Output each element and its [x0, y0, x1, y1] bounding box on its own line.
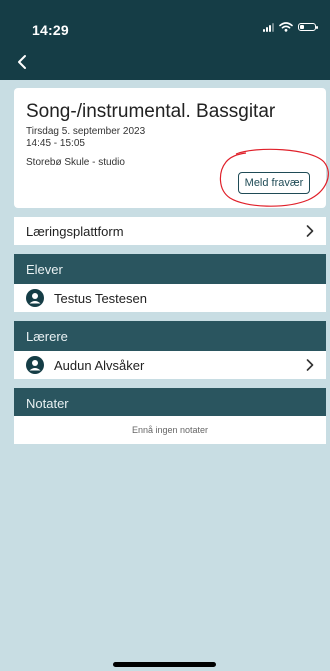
lesson-card: Song-/instrumental. Bassgitar Tirsdag 5.…: [14, 88, 326, 208]
wifi-icon: [279, 22, 293, 32]
notes-header: Notater: [14, 388, 326, 418]
status-time: 14:29: [32, 22, 69, 38]
notes-empty-text: Ennå ingen notater: [14, 416, 326, 444]
chevron-left-icon: [18, 55, 26, 69]
learning-platform-label: Læringsplattform: [26, 223, 124, 239]
top-bar: 14:29: [0, 0, 330, 80]
teachers-header: Lærere: [14, 321, 326, 351]
report-absence-button[interactable]: Meld fravær: [238, 172, 310, 194]
signal-icon: [263, 22, 274, 32]
battery-icon: [298, 23, 318, 31]
students-header-label: Elever: [26, 261, 63, 277]
back-button[interactable]: [14, 54, 30, 70]
chevron-right-icon: [306, 359, 314, 371]
teachers-header-label: Lærere: [26, 328, 68, 344]
lesson-title: Song-/instrumental. Bassgitar: [26, 101, 276, 122]
teacher-name: Audun Alvsåker: [54, 357, 145, 373]
lesson-place: Storebø Skule - studio: [26, 157, 125, 168]
status-icons: [263, 22, 318, 32]
notes-header-label: Notater: [26, 395, 69, 411]
student-name: Testus Testesen: [54, 290, 147, 306]
learning-platform-row[interactable]: Læringsplattform: [14, 217, 326, 245]
lesson-date: Tirsdag 5. september 2023: [26, 126, 146, 137]
lesson-time: 14:45 - 15:05: [26, 138, 85, 149]
teacher-row[interactable]: Audun Alvsåker: [14, 351, 326, 379]
person-circle-icon: [26, 356, 44, 374]
person-circle-icon: [26, 289, 44, 307]
home-indicator[interactable]: [113, 662, 216, 667]
students-header: Elever: [14, 254, 326, 284]
chevron-right-icon: [306, 225, 314, 237]
student-row: Testus Testesen: [14, 284, 326, 312]
